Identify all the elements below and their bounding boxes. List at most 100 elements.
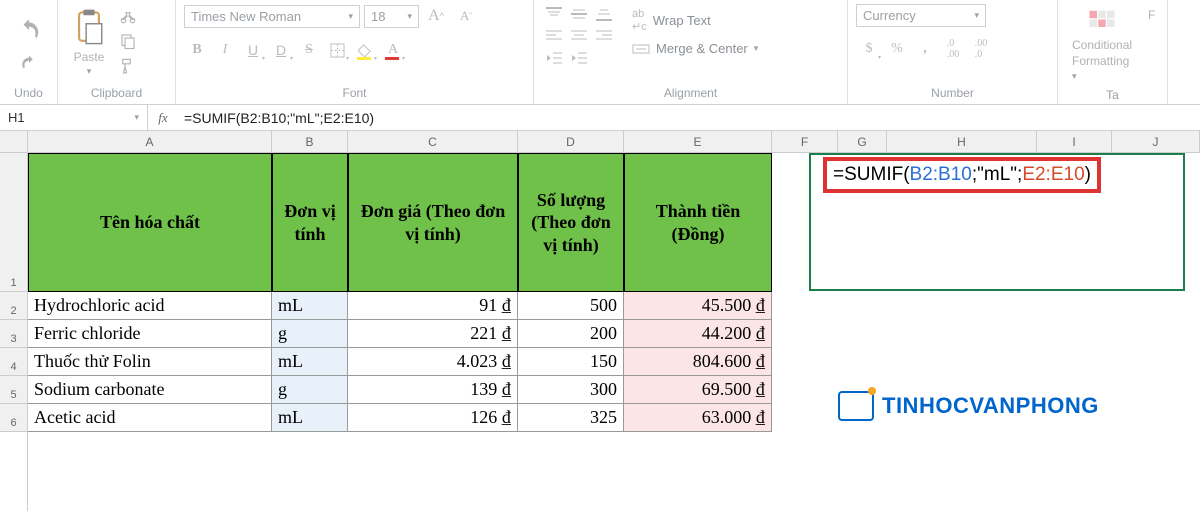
row-header-4[interactable]: 4 bbox=[0, 348, 27, 376]
data-cell[interactable]: 45.500 ₫ bbox=[624, 292, 772, 320]
align-middle-button[interactable] bbox=[567, 4, 591, 24]
percent-button[interactable]: % bbox=[884, 37, 910, 61]
data-cell[interactable]: 150 bbox=[518, 348, 624, 376]
column-headers: ABCDEFGHIJ bbox=[28, 131, 1200, 153]
data-cell[interactable]: Hydrochloric acid bbox=[28, 292, 272, 320]
data-cell[interactable]: 63.000 ₫ bbox=[624, 404, 772, 432]
double-underline-button[interactable]: D▾ bbox=[268, 38, 294, 62]
font-group-label: Font bbox=[184, 84, 525, 104]
font-name-select[interactable]: Times New Roman▾ bbox=[184, 5, 360, 28]
paste-label: Paste bbox=[74, 50, 105, 64]
data-cell[interactable]: Sodium carbonate bbox=[28, 376, 272, 404]
col-header-E[interactable]: E bbox=[624, 131, 772, 152]
col-header-F[interactable]: F bbox=[772, 131, 838, 152]
data-cell[interactable]: Ferric chloride bbox=[28, 320, 272, 348]
row-header-5[interactable]: 5 bbox=[0, 376, 27, 404]
undo-button[interactable] bbox=[10, 13, 48, 47]
paste-button[interactable]: Paste ▾ bbox=[66, 4, 112, 81]
increase-indent-button[interactable] bbox=[567, 48, 591, 68]
data-cell[interactable]: 69.500 ₫ bbox=[624, 376, 772, 404]
col-header-C[interactable]: C bbox=[348, 131, 518, 152]
align-top-button[interactable] bbox=[542, 4, 566, 24]
alignment-group: ab↵c Wrap Text Merge & Center ▾ Alignmen… bbox=[534, 0, 848, 104]
col-header-G[interactable]: G bbox=[838, 131, 887, 152]
data-cell[interactable]: 300 bbox=[518, 376, 624, 404]
data-cell[interactable]: mL bbox=[272, 292, 348, 320]
row-header-1[interactable]: 1 bbox=[0, 153, 27, 292]
strikethrough-button[interactable]: S bbox=[296, 38, 322, 62]
watermark: TINHOCVANPHONG bbox=[838, 391, 1099, 421]
data-cell[interactable]: mL bbox=[272, 348, 348, 376]
font-color-button[interactable]: A▾ bbox=[380, 38, 406, 62]
bold-button[interactable]: B bbox=[184, 38, 210, 62]
increase-font-button[interactable]: A^ bbox=[423, 4, 449, 28]
name-box[interactable]: H1▾ bbox=[0, 105, 148, 130]
row-header-3[interactable]: 3 bbox=[0, 320, 27, 348]
fill-color-button[interactable]: ▾ bbox=[352, 38, 378, 62]
redo-button[interactable] bbox=[17, 51, 41, 75]
header-cell[interactable]: Đơn vị tính bbox=[272, 153, 348, 292]
data-cell[interactable]: 126 ₫ bbox=[348, 404, 518, 432]
tab-group-label: Ta bbox=[1066, 86, 1159, 106]
align-bottom-button[interactable] bbox=[592, 4, 616, 24]
col-header-I[interactable]: I bbox=[1037, 131, 1112, 152]
clipboard-group-label: Clipboard bbox=[66, 84, 167, 104]
italic-button[interactable]: I bbox=[212, 38, 238, 62]
conditional-formatting-button[interactable]: Conditional Formatting ▾ bbox=[1066, 4, 1138, 86]
data-cell[interactable]: g bbox=[272, 320, 348, 348]
align-center-button[interactable] bbox=[567, 26, 591, 46]
number-format-select[interactable]: Currency▾ bbox=[856, 4, 986, 27]
decrease-font-button[interactable]: Aˇ bbox=[453, 4, 479, 28]
cut-button[interactable] bbox=[116, 4, 140, 28]
header-cell[interactable]: Đơn giá (Theo đơn vị tính) bbox=[348, 153, 518, 292]
align-right-button[interactable] bbox=[592, 26, 616, 46]
data-cell[interactable]: 804.600 ₫ bbox=[624, 348, 772, 376]
increase-decimal-button[interactable]: .0.00 bbox=[940, 37, 966, 61]
col-header-D[interactable]: D bbox=[518, 131, 624, 152]
header-cell[interactable]: Thành tiền (Đồng) bbox=[624, 153, 772, 292]
data-cell[interactable]: Thuốc thử Folin bbox=[28, 348, 272, 376]
formula-input[interactable]: =SUMIF(B2:B10;"mL";E2:E10) bbox=[178, 110, 1200, 126]
undo-group-label: Undo bbox=[8, 84, 49, 104]
copy-button[interactable] bbox=[116, 29, 140, 53]
col-header-H[interactable]: H bbox=[887, 131, 1037, 152]
decrease-indent-button[interactable] bbox=[542, 48, 566, 68]
data-cell[interactable]: 139 ₫ bbox=[348, 376, 518, 404]
data-cell[interactable]: mL bbox=[272, 404, 348, 432]
conditional-formatting-group: Conditional Formatting ▾ F Ta bbox=[1058, 0, 1168, 104]
grid-area[interactable]: ABCDEFGHIJ Tên hóa chấtĐơn vị tínhĐơn gi… bbox=[28, 131, 1200, 511]
number-group-label: Number bbox=[856, 84, 1049, 104]
font-size-select[interactable]: 18▾ bbox=[364, 5, 419, 28]
comma-button[interactable]: , bbox=[912, 37, 938, 61]
data-cell[interactable]: 221 ₫ bbox=[348, 320, 518, 348]
data-cell[interactable]: 4.023 ₫ bbox=[348, 348, 518, 376]
data-cell[interactable]: 91 ₫ bbox=[348, 292, 518, 320]
col-header-B[interactable]: B bbox=[272, 131, 348, 152]
decrease-decimal-button[interactable]: .00.0 bbox=[968, 37, 994, 61]
data-cell[interactable]: 500 bbox=[518, 292, 624, 320]
header-cell[interactable]: Tên hóa chất bbox=[28, 153, 272, 292]
currency-button[interactable]: $▾ bbox=[856, 37, 882, 61]
wrap-text-button[interactable]: ab↵c Wrap Text bbox=[632, 8, 758, 33]
data-cell[interactable]: 44.200 ₫ bbox=[624, 320, 772, 348]
merge-center-button[interactable]: Merge & Center ▾ bbox=[632, 41, 758, 56]
row-header-2[interactable]: 2 bbox=[0, 292, 27, 320]
format-table-button[interactable]: F bbox=[1142, 4, 1161, 26]
fx-icon[interactable]: fx bbox=[148, 110, 178, 126]
col-header-J[interactable]: J bbox=[1112, 131, 1200, 152]
data-cell[interactable]: Acetic acid bbox=[28, 404, 272, 432]
col-header-A[interactable]: A bbox=[28, 131, 272, 152]
font-group: Times New Roman▾ 18▾ A^ Aˇ B I U▾ D▾ S ▾… bbox=[176, 0, 534, 104]
row-header-6[interactable]: 6 bbox=[0, 404, 27, 432]
header-cell[interactable]: Số lượng (Theo đơn vị tính) bbox=[518, 153, 624, 292]
data-cell[interactable]: 200 bbox=[518, 320, 624, 348]
align-left-button[interactable] bbox=[542, 26, 566, 46]
format-painter-button[interactable] bbox=[116, 54, 140, 78]
data-cell[interactable]: 325 bbox=[518, 404, 624, 432]
select-all-corner[interactable] bbox=[0, 131, 27, 153]
row-headers: 123456 bbox=[0, 131, 28, 511]
data-cell[interactable]: g bbox=[272, 376, 348, 404]
borders-button[interactable]: ▾ bbox=[324, 38, 350, 62]
underline-button[interactable]: U▾ bbox=[240, 38, 266, 62]
merge-icon bbox=[632, 42, 650, 56]
